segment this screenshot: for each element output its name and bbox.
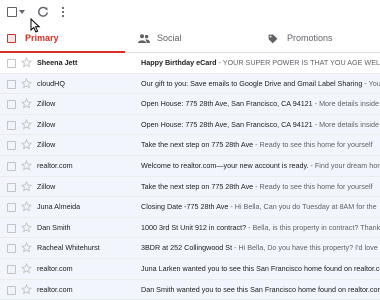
people-icon (138, 34, 150, 43)
email-content: Take the next step on 775 28th Ave - Rea… (141, 182, 380, 191)
star-icon[interactable] (21, 118, 32, 130)
email-snippet: - Find your dream home (308, 160, 380, 170)
email-content: Take the next step on 775 28th Ave - Rea… (141, 140, 380, 149)
email-snippet: - More details inside (312, 99, 379, 109)
star-icon[interactable] (21, 57, 32, 68)
category-tabs: Primary Social Promotions (0, 26, 380, 53)
email-subject: Take the next step on 775 28th Ave (141, 181, 254, 191)
email-subject: Open House: 775 28th Ave, San Francisco,… (141, 99, 313, 109)
email-snippet: - More details inside (312, 119, 379, 129)
email-snippet: - Ready to see this home for yourself (253, 140, 373, 150)
email-row[interactable]: realtor.com Welcome to realtor.com—your n… (0, 155, 380, 177)
email-content: Closing Date -775 28th Ave - Hi Bella, C… (141, 202, 380, 211)
email-content: 1000 3rd St Unit 912 in contract? - Bell… (141, 223, 380, 232)
email-sender: realtor.com (37, 160, 73, 170)
email-row[interactable]: realtor.com Dan Smith wanted you to see t… (0, 279, 380, 300)
star-icon[interactable] (21, 98, 32, 109)
tab-social[interactable]: Social (125, 26, 250, 52)
email-content: Dan Smith wanted you to see this San Fra… (141, 285, 380, 294)
email-subject: Welcome to realtor.com—your new account … (141, 160, 309, 170)
star-icon[interactable] (21, 77, 32, 89)
email-row[interactable]: Sheena Jett Happy Birthday eCard - YOUR S… (0, 53, 380, 74)
email-row[interactable]: realtor.com Juna Larken wanted you to see… (0, 258, 380, 280)
email-sender: Zillow (37, 181, 56, 191)
email-row[interactable]: Dan Smith 1000 3rd St Unit 912 in contrac… (0, 217, 380, 239)
email-sender: Zillow (37, 140, 56, 150)
email-subject: Juna Larken wanted you to see this San F… (141, 263, 380, 273)
email-row[interactable]: Racheal Whitehurst 3BDR at 252 Collingwoo… (0, 238, 380, 259)
tag-icon (268, 34, 278, 44)
email-snippet: - Bella, is this property in contract? T… (246, 222, 380, 232)
star-icon[interactable] (21, 221, 32, 233)
email-snippet: - Hi Bella, Do you have this property? I… (232, 243, 378, 253)
email-checkbox[interactable] (7, 79, 16, 89)
inbox-icon (7, 34, 16, 43)
email-checkbox[interactable] (7, 141, 16, 151)
email-content: Open House: 775 28th Ave, San Francisco,… (141, 120, 380, 129)
email-row[interactable]: Zillow Open House: 775 28th Ave, San Fran… (0, 94, 380, 115)
star-icon[interactable] (21, 262, 32, 274)
email-subject: 3BDR at 252 Collingwood St (141, 243, 233, 253)
email-content: 3BDR at 252 Collingwood St - Hi Bella, D… (141, 243, 380, 252)
email-row[interactable]: Zillow Take the next step on 775 28th Ave… (0, 176, 380, 198)
email-subject: Happy Birthday eCard (141, 58, 217, 67)
email-checkbox[interactable] (7, 264, 16, 274)
email-subject: Our gift to you: Save emails to Google D… (141, 78, 363, 88)
tab-primary-label: Primary (25, 33, 59, 43)
email-content: Open House: 775 28th Ave, San Francisco,… (141, 99, 380, 108)
email-content: Our gift to you: Save emails to Google D… (141, 79, 380, 88)
email-checkbox[interactable] (7, 223, 16, 233)
email-content: Welcome to realtor.com—your new account … (141, 161, 380, 170)
email-snippet: - Ready to see this home for yourself (253, 181, 373, 191)
email-content: Juna Larken wanted you to see this San F… (141, 264, 380, 273)
select-dropdown-icon[interactable] (19, 10, 25, 14)
email-content: Happy Birthday eCard - YOUR SUPER POWER … (141, 58, 380, 67)
email-checkbox[interactable] (7, 120, 16, 130)
email-list: Sheena Jett Happy Birthday eCard - YOUR S… (0, 53, 380, 300)
email-sender: Zillow (37, 99, 56, 109)
tab-promotions[interactable]: Promotions (250, 26, 380, 52)
star-icon[interactable] (21, 242, 32, 253)
email-checkbox[interactable] (7, 244, 16, 254)
star-icon[interactable] (21, 201, 32, 212)
email-snippet: - YOUR SUPER POWER IS THAT YOU AGE WELL!… (216, 58, 380, 67)
email-snippet: - Hi Bella, Can you do Tuesday at 8AM fo… (228, 202, 377, 212)
email-row[interactable]: Zillow Open House: 775 28th Ave, San Fran… (0, 114, 380, 136)
star-icon[interactable] (21, 159, 32, 171)
tab-primary[interactable]: Primary (0, 26, 125, 53)
email-sender: realtor.com (37, 284, 73, 294)
email-checkbox[interactable] (7, 285, 16, 295)
email-subject: Take the next step on 775 28th Ave (141, 140, 254, 150)
star-icon[interactable] (21, 139, 32, 150)
star-icon[interactable] (21, 180, 32, 192)
email-snippet: - Your (364, 78, 380, 88)
star-icon[interactable] (21, 283, 32, 295)
email-sender: Racheal Whitehurst (37, 243, 100, 253)
email-checkbox[interactable] (7, 59, 16, 68)
email-checkbox[interactable] (7, 100, 16, 110)
toolbar (0, 0, 380, 26)
email-row[interactable]: Zillow Take the next step on 775 28th Ave… (0, 135, 380, 156)
select-all-checkbox[interactable] (7, 7, 17, 17)
mouse-cursor-icon (30, 18, 41, 33)
email-checkbox[interactable] (7, 203, 16, 213)
email-sender: Zillow (37, 119, 56, 129)
email-checkbox[interactable] (7, 182, 16, 192)
email-subject: 1000 3rd St Unit 912 in contract? (141, 222, 247, 232)
email-subject: Dan Smith wanted you to see this San Fra… (141, 284, 380, 294)
email-subject: Open House: 775 28th Ave, San Francisco,… (141, 119, 313, 129)
tab-social-label: Social (157, 33, 182, 43)
email-sender: realtor.com (37, 263, 73, 273)
email-row[interactable]: cloudHQ Our gift to you: Save emails to G… (0, 73, 380, 95)
email-sender: Sheena Jett (37, 58, 78, 67)
email-subject: Closing Date -775 28th Ave (141, 202, 229, 212)
email-sender: Juna Almeida (37, 202, 81, 212)
email-row[interactable]: Juna Almeida Closing Date -775 28th Ave -… (0, 197, 380, 218)
email-checkbox[interactable] (7, 161, 16, 171)
refresh-icon[interactable] (37, 6, 49, 18)
email-sender: cloudHQ (37, 78, 65, 88)
email-sender: Dan Smith (37, 222, 71, 232)
more-options-icon[interactable] (60, 6, 66, 18)
tab-promotions-label: Promotions (287, 33, 333, 43)
